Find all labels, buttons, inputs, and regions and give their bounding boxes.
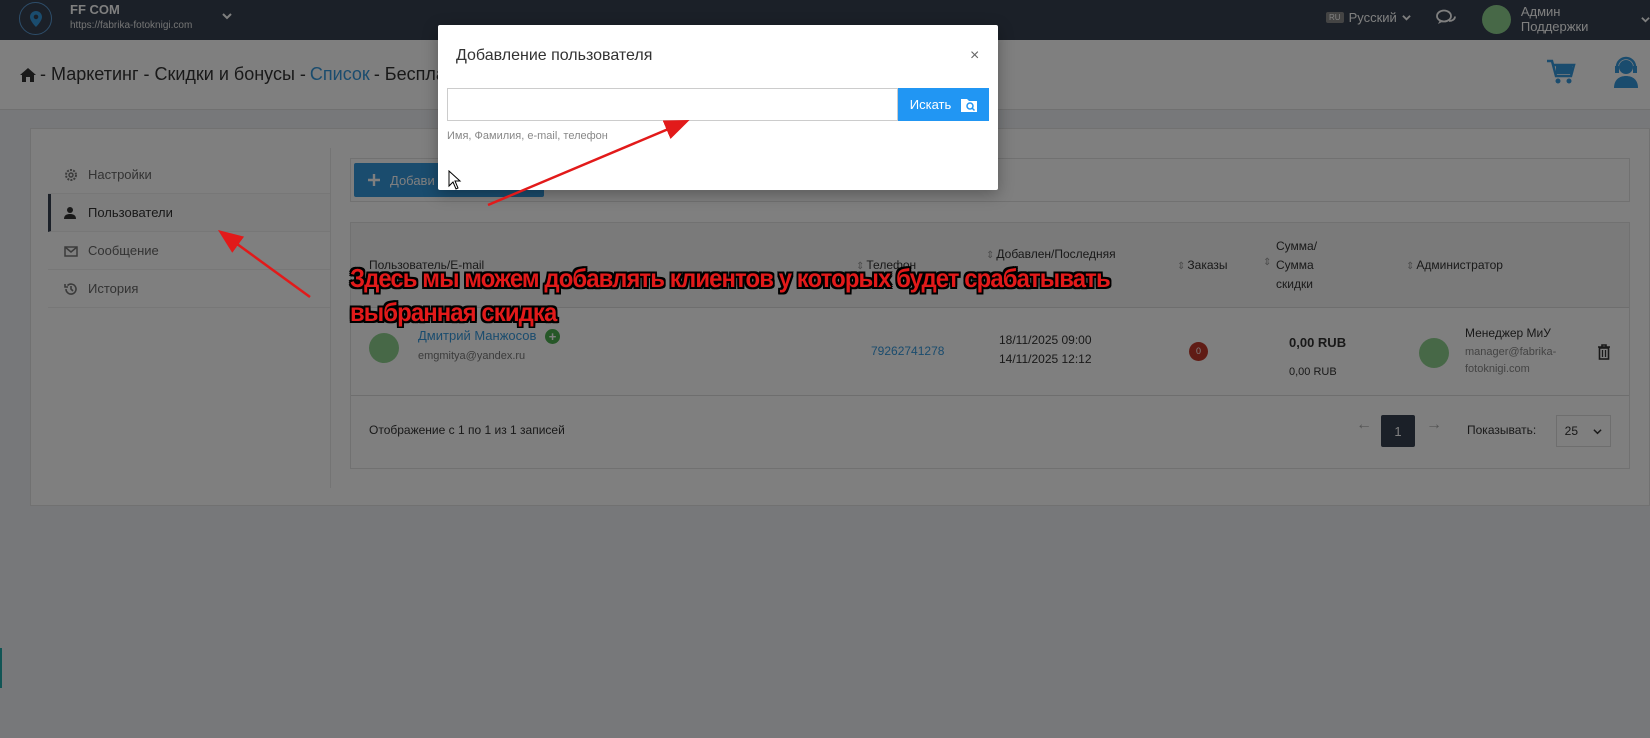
- arrow-to-users: [217, 230, 311, 299]
- annotation-arrows: [217, 120, 690, 299]
- annotation-text: Здесь мы можем добавлять клиентов у кото…: [350, 263, 1111, 327]
- mouse-cursor-icon: [448, 170, 462, 190]
- arrow-to-search: [487, 120, 690, 207]
